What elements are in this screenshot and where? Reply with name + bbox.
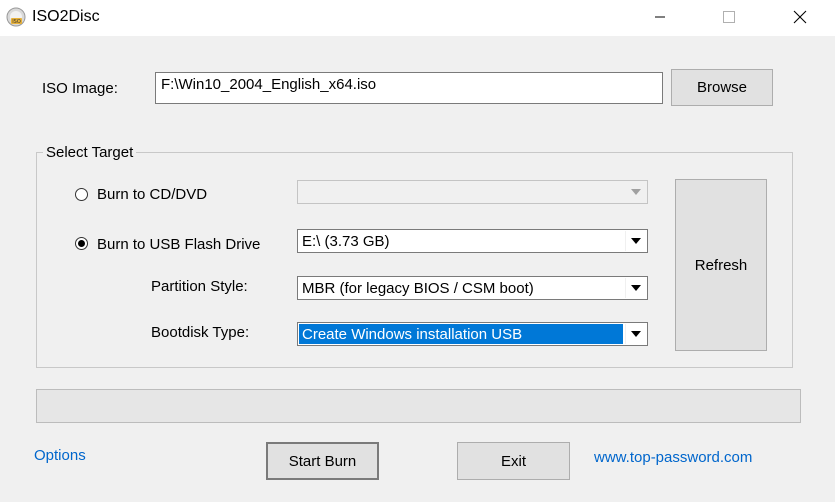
svg-text:ISO: ISO [12,19,21,25]
window-title: ISO2Disc [32,8,100,25]
iso-image-label: ISO Image: [42,80,118,97]
chevron-down-icon [625,182,646,202]
bootdisk-type-select[interactable]: Create Windows installation USB [297,322,648,346]
burn-usb-radio[interactable] [75,237,88,250]
title-bar: ISO ISO2Disc [0,0,835,36]
website-link[interactable]: www.top-password.com [594,449,752,466]
burn-cd-label[interactable]: Burn to CD/DVD [97,186,207,203]
app-disc-icon: ISO [6,7,26,27]
partition-style-select[interactable]: MBR (for legacy BIOS / CSM boot) [297,276,648,300]
close-button[interactable] [777,0,823,34]
chevron-down-icon [625,231,646,251]
iso-path-input[interactable]: F:\Win10_2004_English_x64.iso [155,72,663,104]
radio-selected-dot [78,240,85,247]
bootdisk-type-value: Create Windows installation USB [299,324,623,344]
partition-style-value: MBR (for legacy BIOS / CSM boot) [302,280,534,297]
burn-cd-radio[interactable] [75,188,88,201]
start-burn-button[interactable]: Start Burn [266,442,379,480]
exit-button[interactable]: Exit [457,442,570,480]
bootdisk-type-label: Bootdisk Type: [151,324,250,341]
minimize-button[interactable] [637,0,683,34]
usb-drive-value: E:\ (3.73 GB) [302,233,390,250]
burn-usb-label[interactable]: Burn to USB Flash Drive [97,236,260,253]
maximize-button[interactable] [706,0,752,34]
cd-drive-value [299,182,623,202]
maximize-icon [723,11,735,23]
options-link[interactable]: Options [34,447,86,464]
burn-progress-bar [36,389,801,423]
chevron-down-icon [625,278,646,298]
browse-button[interactable]: Browse [671,69,773,106]
minimize-icon [655,16,665,18]
select-target-label: Select Target [43,144,137,161]
chevron-down-icon [625,324,646,344]
close-icon [793,10,807,24]
cd-drive-select[interactable] [297,180,648,204]
refresh-button[interactable]: Refresh [675,179,767,351]
partition-style-label: Partition Style: [151,278,248,295]
usb-drive-select[interactable]: E:\ (3.73 GB) [297,229,648,253]
